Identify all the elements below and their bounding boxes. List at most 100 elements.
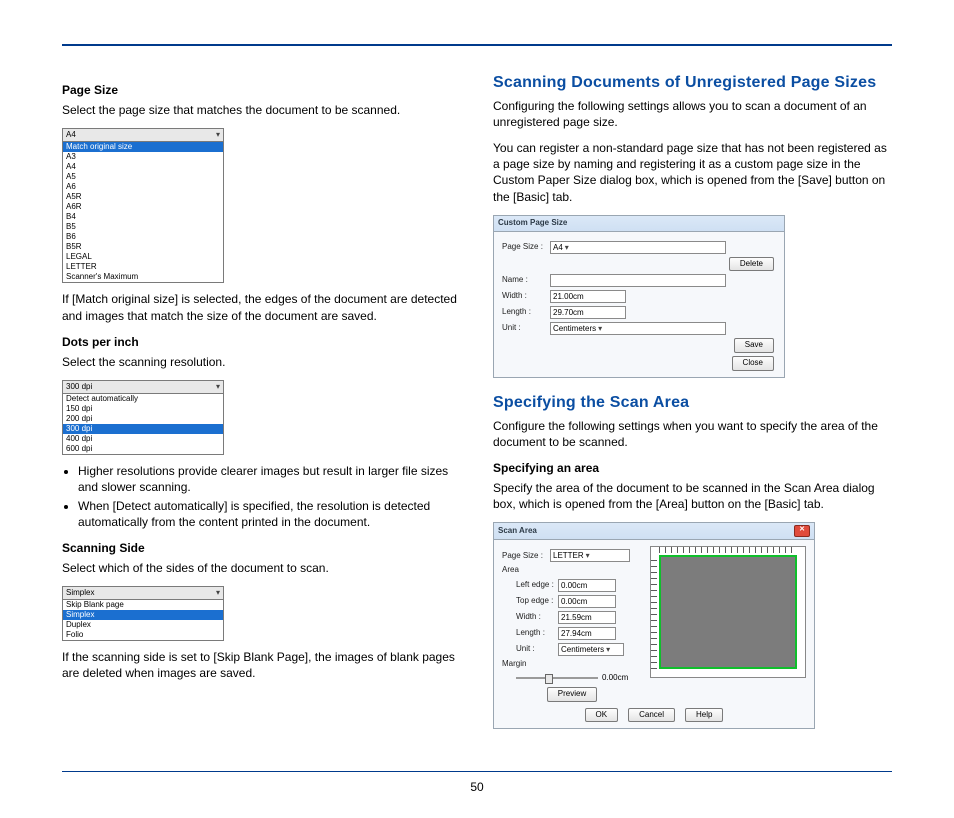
- dialog-title: Scan Area: [498, 526, 537, 537]
- page-size-selected: A4: [66, 130, 76, 140]
- page-size-heading: Page Size: [62, 82, 461, 98]
- page-size-opt[interactable]: A4: [63, 162, 223, 172]
- dpi-dropdown[interactable]: 300 dpi ▾ Detect automatically 150 dpi 2…: [62, 380, 224, 455]
- scan-area-dialog: Scan Area ✕ Page Size : LETTER ▾: [493, 522, 815, 729]
- page-size-opt[interactable]: Match original size: [63, 142, 223, 152]
- left-column: Page Size Select the page size that matc…: [62, 72, 461, 743]
- cancel-button[interactable]: Cancel: [628, 708, 675, 723]
- close-button[interactable]: Close: [732, 356, 774, 371]
- width-field[interactable]: 21.59cm: [558, 611, 616, 624]
- page-size-opt[interactable]: B5: [63, 222, 223, 232]
- name-field[interactable]: [550, 274, 726, 287]
- name-label: Name :: [502, 275, 550, 286]
- chevron-down-icon: ▾: [586, 550, 590, 561]
- dpi-opt[interactable]: 200 dpi: [63, 414, 223, 424]
- length-field[interactable]: 29.70cm: [550, 306, 626, 319]
- top-label: Top edge :: [516, 596, 558, 607]
- dpi-opt[interactable]: 400 dpi: [63, 434, 223, 444]
- chevron-down-icon: ▾: [216, 382, 220, 392]
- unit-label: Unit :: [502, 323, 550, 334]
- area-lead: Configure the following settings when yo…: [493, 418, 892, 450]
- page-size-opt[interactable]: A5: [63, 172, 223, 182]
- unit-select[interactable]: Centimeters ▾: [558, 643, 624, 656]
- dpi-bullets: Higher resolutions provide clearer image…: [62, 463, 461, 530]
- delete-button[interactable]: Delete: [729, 257, 774, 272]
- side-selected: Simplex: [66, 588, 94, 598]
- page-size-opt[interactable]: B6: [63, 232, 223, 242]
- pagesize-select[interactable]: A4 ▾: [550, 241, 726, 254]
- pagesize-label: Page Size :: [502, 551, 550, 562]
- chevron-down-icon: ▾: [598, 323, 602, 334]
- dpi-selected: 300 dpi: [66, 382, 92, 392]
- preview-button[interactable]: Preview: [547, 687, 597, 702]
- pagesize-label: Page Size :: [502, 242, 550, 253]
- unreg-p2: You can register a non-standard page siz…: [493, 140, 892, 205]
- dpi-opt[interactable]: Detect automatically: [63, 394, 223, 404]
- right-column: Scanning Documents of Unregistered Page …: [493, 72, 892, 743]
- area-heading: Specifying the Scan Area: [493, 392, 892, 414]
- page-size-opt[interactable]: LETTER: [63, 262, 223, 272]
- dpi-opt[interactable]: 150 dpi: [63, 404, 223, 414]
- width-label: Width :: [502, 291, 550, 302]
- side-opt[interactable]: Skip Blank page: [63, 600, 223, 610]
- slider-thumb-icon[interactable]: [545, 674, 553, 684]
- side-dropdown[interactable]: Simplex ▾ Skip Blank page Simplex Duplex…: [62, 586, 224, 641]
- custom-page-size-dialog: Custom Page Size Page Size : A4 ▾ Delete: [493, 215, 785, 378]
- chevron-down-icon: ▾: [565, 242, 569, 253]
- area-subheading: Specifying an area: [493, 460, 892, 476]
- ruler-icon: [659, 547, 797, 553]
- page-size-opt[interactable]: LEGAL: [63, 252, 223, 262]
- side-after: If the scanning side is set to [Skip Bla…: [62, 649, 461, 681]
- dpi-opt[interactable]: 300 dpi: [63, 424, 223, 434]
- chevron-down-icon: ▾: [606, 644, 610, 655]
- page-number: 50: [0, 780, 954, 794]
- length-label: Length :: [502, 307, 550, 318]
- margin-label: Margin: [502, 659, 550, 670]
- page-size-opt[interactable]: A5R: [63, 192, 223, 202]
- dpi-heading: Dots per inch: [62, 334, 461, 350]
- preview-selection[interactable]: [659, 555, 797, 669]
- length-field[interactable]: 27.94cm: [558, 627, 616, 640]
- ruler-icon: [651, 555, 657, 669]
- side-opt[interactable]: Simplex: [63, 610, 223, 620]
- margin-slider[interactable]: [516, 677, 598, 679]
- page-size-lead: Select the page size that matches the do…: [62, 102, 461, 118]
- chevron-down-icon: ▾: [216, 588, 220, 598]
- page-size-opt[interactable]: A6R: [63, 202, 223, 212]
- area-p: Specify the area of the document to be s…: [493, 480, 892, 512]
- side-opt[interactable]: Folio: [63, 630, 223, 640]
- page-size-opt[interactable]: A6: [63, 182, 223, 192]
- page-size-opt[interactable]: B5R: [63, 242, 223, 252]
- page-size-dropdown[interactable]: A4 ▾ Match original size A3 A4 A5 A6 A5R…: [62, 128, 224, 283]
- side-lead: Select which of the sides of the documen…: [62, 560, 461, 576]
- unreg-heading: Scanning Documents of Unregistered Page …: [493, 72, 892, 94]
- unreg-p1: Configuring the following settings allow…: [493, 98, 892, 130]
- length-label: Length :: [516, 628, 558, 639]
- page-size-opt[interactable]: Scanner's Maximum: [63, 272, 223, 282]
- page-size-opt[interactable]: A3: [63, 152, 223, 162]
- ok-button[interactable]: OK: [585, 708, 619, 723]
- bottom-rule: [62, 771, 892, 772]
- dpi-bullet: When [Detect automatically] is specified…: [78, 498, 461, 530]
- left-label: Left edge :: [516, 580, 558, 591]
- left-field[interactable]: 0.00cm: [558, 579, 616, 592]
- dpi-opt[interactable]: 600 dpi: [63, 444, 223, 454]
- top-field[interactable]: 0.00cm: [558, 595, 616, 608]
- save-button[interactable]: Save: [734, 338, 774, 353]
- unit-select[interactable]: Centimeters ▾: [550, 322, 726, 335]
- margin-value[interactable]: 0.00cm: [602, 673, 642, 684]
- side-opt[interactable]: Duplex: [63, 620, 223, 630]
- unit-label: Unit :: [516, 644, 558, 655]
- page-size-after: If [Match original size] is selected, th…: [62, 291, 461, 323]
- help-button[interactable]: Help: [685, 708, 723, 723]
- dpi-bullet: Higher resolutions provide clearer image…: [78, 463, 461, 495]
- close-icon[interactable]: ✕: [794, 525, 810, 537]
- area-label: Area: [502, 565, 550, 576]
- top-rule: [62, 44, 892, 46]
- page-size-opt[interactable]: B4: [63, 212, 223, 222]
- width-field[interactable]: 21.00cm: [550, 290, 626, 303]
- dpi-lead: Select the scanning resolution.: [62, 354, 461, 370]
- side-heading: Scanning Side: [62, 540, 461, 556]
- dialog-title: Custom Page Size: [498, 218, 567, 229]
- pagesize-select[interactable]: LETTER ▾: [550, 549, 630, 562]
